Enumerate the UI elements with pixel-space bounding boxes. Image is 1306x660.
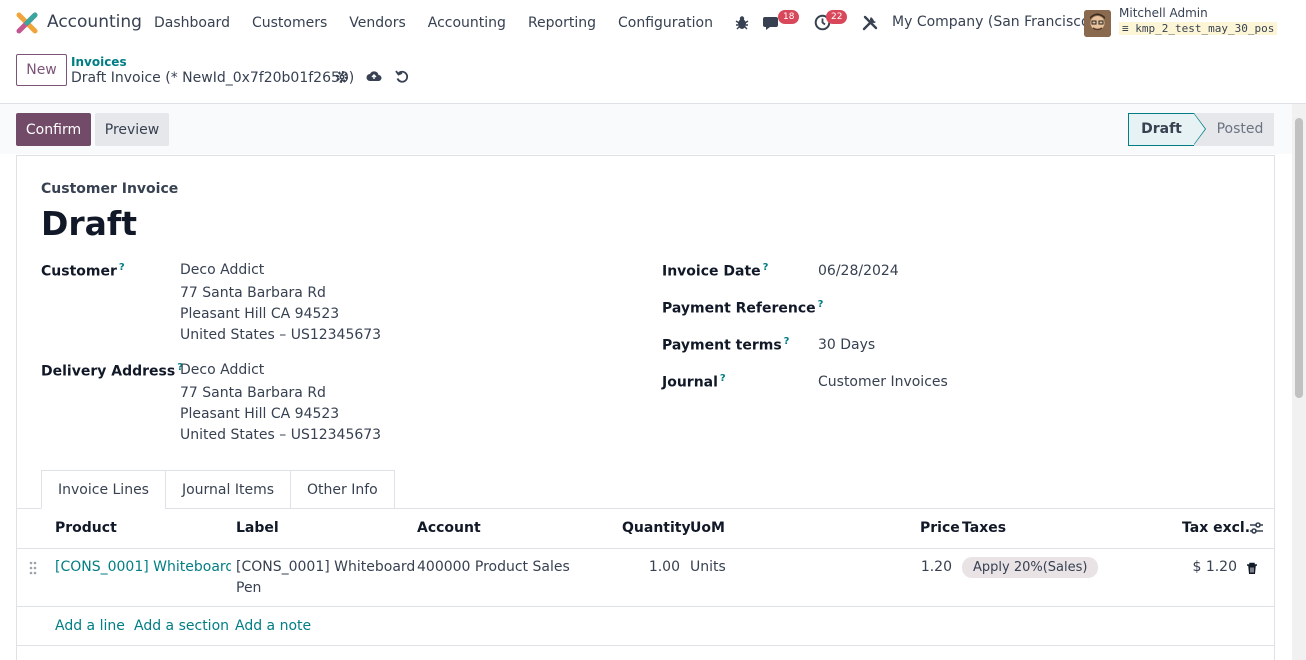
status-draft-label: Draft [1141, 121, 1182, 137]
col-price[interactable]: Price [920, 520, 960, 536]
control-panel: New Invoices Draft Invoice (* NewId_0x7f… [0, 46, 1306, 104]
database-name-text: kmp_2_test_may_30_pos [1135, 22, 1275, 35]
delivery-name: Deco Addict [180, 362, 265, 378]
row-label[interactable]: [CONS_0001] Whiteboard Pen [236, 557, 415, 599]
activity-badge: 22 [826, 10, 848, 24]
drag-handle-icon[interactable] [28, 561, 38, 575]
delivery-city: Pleasant Hill CA 94523 [180, 406, 340, 422]
col-account[interactable]: Account [417, 520, 481, 536]
optional-columns-icon[interactable] [1249, 521, 1264, 535]
table-footer-divider [17, 645, 1274, 646]
breadcrumb-invoices[interactable]: Invoices [71, 55, 127, 69]
customer-label: Customer? [41, 262, 125, 280]
menu-reporting[interactable]: Reporting [517, 0, 607, 46]
invoice-date-label: Invoice Date? [662, 262, 769, 280]
menu-configuration[interactable]: Configuration [607, 0, 724, 46]
help-icon: ? [118, 262, 125, 273]
tab-other-info[interactable]: Other Info [290, 470, 395, 509]
row-uom[interactable]: Units [690, 557, 726, 578]
scrollbar-thumb[interactable] [1295, 118, 1303, 398]
col-tax-excl[interactable]: Tax excl. [1182, 520, 1250, 536]
payment-terms-field[interactable]: 30 Days [818, 335, 875, 356]
col-uom[interactable]: UoM [690, 520, 725, 536]
row-label-line2: Pen [236, 580, 262, 596]
col-label[interactable]: Label [236, 520, 279, 536]
help-icon: ? [762, 262, 769, 273]
confirm-button[interactable]: Confirm [16, 113, 91, 146]
customer-city: Pleasant Hill CA 94523 [180, 306, 340, 322]
col-product[interactable]: Product [55, 520, 117, 536]
tab-invoice-lines[interactable]: Invoice Lines [41, 470, 166, 509]
add-section-link[interactable]: Add a section [134, 618, 229, 634]
status-bar: Draft Posted [1128, 113, 1274, 146]
messages-badge: 18 [778, 10, 800, 24]
main-menu: Dashboard Customers Vendors Accounting R… [143, 0, 724, 46]
col-quantity[interactable]: Quantity [622, 520, 691, 536]
payment-reference-field[interactable] [818, 298, 1118, 319]
status-posted[interactable]: Posted [1194, 113, 1274, 146]
menu-dashboard[interactable]: Dashboard [143, 0, 241, 46]
status-posted-label: Posted [1216, 121, 1264, 137]
app-name[interactable]: Accounting [47, 12, 142, 32]
database-name: ≡ kmp_2_test_may_30_pos [1119, 22, 1278, 35]
payment-reference-label: Payment Reference? [662, 299, 824, 317]
database-icon: ≡ [1122, 22, 1129, 35]
row-product[interactable]: [CONS_0001] Whiteboard Pen [55, 557, 231, 578]
trash-icon[interactable] [1246, 562, 1258, 575]
customer-name: Deco Addict [180, 262, 265, 278]
row-account[interactable]: 400000 Product Sales [417, 557, 570, 578]
help-icon: ? [783, 336, 790, 347]
delivery-address-field[interactable]: Deco Addict 77 Santa Barbara Rd Pleasant… [180, 360, 381, 446]
customer-field[interactable]: Deco Addict 77 Santa Barbara Rd Pleasant… [180, 260, 381, 346]
top-navbar: Accounting Dashboard Customers Vendors A… [0, 0, 1306, 46]
menu-accounting[interactable]: Accounting [417, 0, 517, 46]
invoice-date-field[interactable]: 06/28/2024 [818, 261, 899, 282]
breadcrumb-current: Draft Invoice (* NewId_0x7f20b01f2650) [71, 70, 355, 86]
customer-country: United States – US12345673 [180, 327, 382, 343]
tools-icon[interactable] [862, 14, 879, 31]
cloud-upload-icon[interactable] [366, 69, 382, 83]
notebook-tabs: Invoice Lines Journal Items Other Info [41, 470, 395, 509]
journal-field[interactable]: Customer Invoices [818, 372, 948, 393]
invoice-title: Draft [41, 204, 138, 243]
menu-customers[interactable]: Customers [241, 0, 338, 46]
new-button[interactable]: New [16, 54, 67, 86]
accounting-app-icon[interactable] [16, 12, 38, 34]
tab-journal-items[interactable]: Journal Items [164, 470, 292, 509]
table-header-divider [17, 548, 1274, 549]
move-type-label: Customer Invoice [41, 181, 179, 197]
col-taxes[interactable]: Taxes [962, 520, 1006, 536]
discard-icon[interactable] [395, 70, 409, 84]
row-price[interactable]: 1.20 [890, 557, 952, 578]
company-switcher[interactable]: My Company (San Francisco) [892, 14, 1095, 30]
payment-terms-label: Payment terms? [662, 336, 790, 354]
row-tax-excl: $ 1.20 [1192, 559, 1237, 575]
row-label-line1: [CONS_0001] Whiteboard [236, 559, 416, 575]
menu-vendors[interactable]: Vendors [338, 0, 416, 46]
status-draft[interactable]: Draft [1128, 113, 1206, 146]
bug-icon[interactable] [735, 15, 749, 30]
form-action-bar: Confirm Preview Draft Posted [0, 104, 1306, 154]
delivery-address-label: Delivery Address? [41, 362, 183, 380]
add-line-link[interactable]: Add a line [55, 618, 125, 634]
journal-label: Journal? [662, 373, 726, 391]
scrollbar[interactable] [1292, 104, 1306, 660]
user-name[interactable]: Mitchell Admin [1119, 6, 1208, 20]
row-divider [17, 606, 1274, 607]
gear-icon[interactable] [335, 70, 349, 84]
delivery-street: 77 Santa Barbara Rd [180, 385, 326, 401]
row-quantity[interactable]: 1.00 [620, 557, 680, 578]
customer-street: 77 Santa Barbara Rd [180, 285, 326, 301]
preview-button[interactable]: Preview [95, 113, 169, 146]
delivery-country: United States – US12345673 [180, 427, 382, 443]
help-icon: ? [719, 373, 726, 384]
row-tax-tag[interactable]: Apply 20%(Sales) [962, 557, 1099, 578]
add-note-link[interactable]: Add a note [235, 618, 311, 634]
user-avatar[interactable] [1084, 10, 1111, 37]
